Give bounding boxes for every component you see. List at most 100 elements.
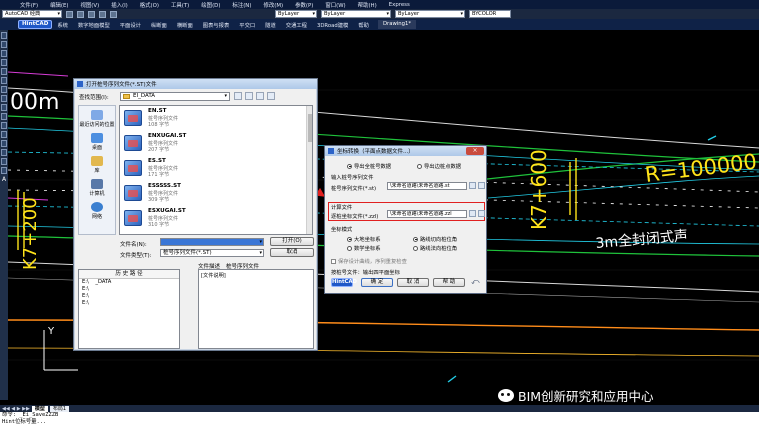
menu-help[interactable]: 帮助(H) bbox=[352, 1, 383, 9]
mtext-tool-icon[interactable]: A bbox=[2, 176, 6, 183]
ok-button[interactable]: 确 定 bbox=[361, 278, 393, 287]
back-icon[interactable] bbox=[234, 92, 242, 100]
ellipse-tool-icon[interactable] bbox=[1, 104, 7, 111]
ribbon-traffic[interactable]: 交通工程 bbox=[281, 21, 312, 29]
ribbon-reports[interactable]: 图表与报表 bbox=[198, 21, 235, 29]
radio-normal[interactable]: 路线法向桩位角 bbox=[413, 244, 457, 252]
history-row[interactable]: E:\ bbox=[79, 293, 179, 300]
filename-input[interactable]: ▾ bbox=[160, 238, 264, 246]
new-folder-icon[interactable] bbox=[256, 92, 264, 100]
rectangle-tool-icon[interactable] bbox=[1, 59, 7, 66]
menu-modify[interactable]: 修改(M) bbox=[257, 1, 289, 9]
radio-tangent[interactable]: 路线切向桩位角 bbox=[413, 235, 457, 243]
toolbar-icon[interactable] bbox=[110, 10, 117, 18]
toolbar-icon[interactable] bbox=[99, 10, 106, 18]
polyline-tool-icon[interactable] bbox=[1, 41, 7, 48]
radio-export-side[interactable]: 导出边桩点数据 bbox=[417, 162, 461, 170]
region-tool-icon[interactable] bbox=[1, 158, 7, 165]
view-menu-icon[interactable] bbox=[267, 92, 275, 100]
place-network[interactable]: 网络 bbox=[91, 202, 103, 220]
file-item[interactable]: EN.ST 桩号序列文件 108 字节 bbox=[124, 108, 254, 130]
table-tool-icon[interactable] bbox=[1, 167, 7, 174]
circle-tool-icon[interactable] bbox=[1, 77, 7, 84]
radio-export-all[interactable]: 导出全桩号数据 bbox=[347, 162, 391, 170]
ribbon-help[interactable]: 帮助 bbox=[353, 21, 374, 29]
menu-format[interactable]: 格式(O) bbox=[134, 1, 165, 9]
radio-math[interactable]: 数学坐标系 bbox=[347, 244, 381, 252]
toolbar-icon[interactable] bbox=[66, 10, 73, 18]
scrollbar-thumb[interactable] bbox=[308, 114, 312, 142]
ribbon-cross[interactable]: 横断面 bbox=[172, 21, 198, 29]
save-curve-checkbox[interactable]: 保存设计曲线，序列重复检查 bbox=[331, 257, 407, 265]
history-row[interactable]: E:\ _DATA bbox=[79, 279, 179, 286]
help-button[interactable]: 帮 助 bbox=[433, 278, 465, 287]
open-button[interactable]: 打开(O) bbox=[270, 237, 314, 246]
close-icon[interactable]: × bbox=[466, 147, 484, 155]
gradient-tool-icon[interactable] bbox=[1, 149, 7, 156]
coord-file-input[interactable]: \未命名道路\未命名道路.zzl bbox=[387, 210, 467, 218]
file-item[interactable]: ESSSSS.ST 桩号序列文件 309 字节 bbox=[124, 183, 254, 205]
place-computer[interactable]: 计算机 bbox=[89, 179, 105, 197]
ribbon-3droad[interactable]: 3DRoad建模 bbox=[312, 21, 353, 29]
polygon-tool-icon[interactable] bbox=[1, 50, 7, 57]
insert-block-icon[interactable] bbox=[1, 113, 7, 120]
point-tool-icon[interactable] bbox=[1, 131, 7, 138]
hatch-tool-icon[interactable] bbox=[1, 140, 7, 147]
menu-tools[interactable]: 工具(T) bbox=[165, 1, 195, 9]
ribbon-plan[interactable]: 平面设计 bbox=[115, 21, 146, 29]
menu-view[interactable]: 视图(V) bbox=[75, 1, 106, 9]
folder-icon[interactable] bbox=[478, 182, 485, 189]
coordinate-dialog-titlebar[interactable]: 坐标转换（平面点数据文件...） × bbox=[325, 146, 486, 156]
document-tab[interactable]: Drawing1* bbox=[377, 20, 416, 29]
menu-window[interactable]: 窗口(W) bbox=[319, 1, 351, 9]
toolbar-icon[interactable] bbox=[77, 10, 84, 18]
workspace-select[interactable]: AutoCAD 经典 ▾ bbox=[2, 10, 62, 18]
ribbon-system[interactable]: 系统 bbox=[52, 21, 73, 29]
plotstyle-select[interactable]: BYCOLOR bbox=[469, 10, 511, 18]
menu-express[interactable]: Express bbox=[383, 2, 416, 8]
ribbon-intersection[interactable]: 平交口 bbox=[234, 21, 260, 29]
ribbon-tunnel[interactable]: 隧道 bbox=[260, 21, 281, 29]
help-cursor-icon[interactable]: ⤺ bbox=[471, 277, 480, 287]
file-list-scrollbar[interactable] bbox=[306, 106, 312, 234]
place-libraries[interactable]: 库 bbox=[91, 156, 103, 174]
tab-model[interactable]: 模型 bbox=[31, 405, 48, 412]
cancel-button[interactable]: 取消 bbox=[270, 248, 314, 257]
command-line[interactable]: 命令: _Ei_SaveZZZB Hint位标号量... bbox=[0, 412, 759, 434]
menu-draw[interactable]: 绘图(D) bbox=[195, 1, 226, 9]
make-block-icon[interactable] bbox=[1, 122, 7, 129]
browse-icon[interactable] bbox=[469, 182, 476, 189]
tab-layout1[interactable]: 布局1 bbox=[49, 405, 70, 412]
history-row[interactable]: E:\ bbox=[79, 300, 179, 307]
look-in-select[interactable]: EI_DATA ▾ bbox=[120, 92, 230, 101]
history-row[interactable]: E:\ bbox=[79, 286, 179, 293]
linetype-select[interactable]: ByLayer ▾ bbox=[321, 10, 391, 18]
spline-tool-icon[interactable] bbox=[1, 95, 7, 102]
menu-insert[interactable]: 插入(I) bbox=[105, 1, 134, 9]
menu-param[interactable]: 参数(P) bbox=[289, 1, 319, 9]
filetype-select[interactable]: 桩号序列文件(*.ST) ▾ bbox=[160, 249, 264, 257]
file-item[interactable]: ESXUGAI.ST 桩号序列文件 310 字节 bbox=[124, 208, 254, 230]
lineweight-select[interactable]: ByLayer ▾ bbox=[395, 10, 465, 18]
up-folder-icon[interactable] bbox=[245, 92, 253, 100]
place-desktop[interactable]: 桌面 bbox=[91, 133, 103, 151]
toolbar-icon[interactable] bbox=[88, 10, 95, 18]
file-item[interactable]: ES.ST 桩号序列文件 171 字节 bbox=[124, 158, 254, 180]
menu-file[interactable]: 文件(F) bbox=[14, 1, 44, 9]
menu-dimension[interactable]: 标注(N) bbox=[226, 1, 257, 9]
layer-select[interactable]: ByLayer ▾ bbox=[275, 10, 317, 18]
radio-geodetic[interactable]: 大地坐标系 bbox=[347, 235, 381, 243]
cancel-button[interactable]: 取 消 bbox=[397, 278, 429, 287]
file-dialog-titlebar[interactable]: 打开桩号序列文件(*.ST)文件 bbox=[74, 79, 317, 89]
arc-tool-icon[interactable] bbox=[1, 68, 7, 75]
file-list[interactable]: EN.ST 桩号序列文件 108 字节 ENXUGAI.ST 桩号序列文件 20… bbox=[119, 105, 313, 235]
save-icon[interactable] bbox=[469, 210, 476, 217]
place-recent[interactable]: 最近访问的位置 bbox=[79, 110, 115, 128]
file-item[interactable]: ENXUGAI.ST 桩号序列文件 207 字节 bbox=[124, 133, 254, 155]
station-file-input[interactable]: \未命名道路\未命名道路.st bbox=[387, 182, 467, 190]
history-path-list[interactable]: 历 史 路 径 E:\ _DATA E:\ E:\ E:\ bbox=[78, 269, 180, 349]
tab-nav-arrows[interactable]: ◀◀ ◀ ▶ ▶▶ bbox=[2, 406, 30, 412]
folder-icon[interactable] bbox=[478, 210, 485, 217]
revcloud-tool-icon[interactable] bbox=[1, 86, 7, 93]
line-tool-icon[interactable] bbox=[1, 32, 7, 39]
